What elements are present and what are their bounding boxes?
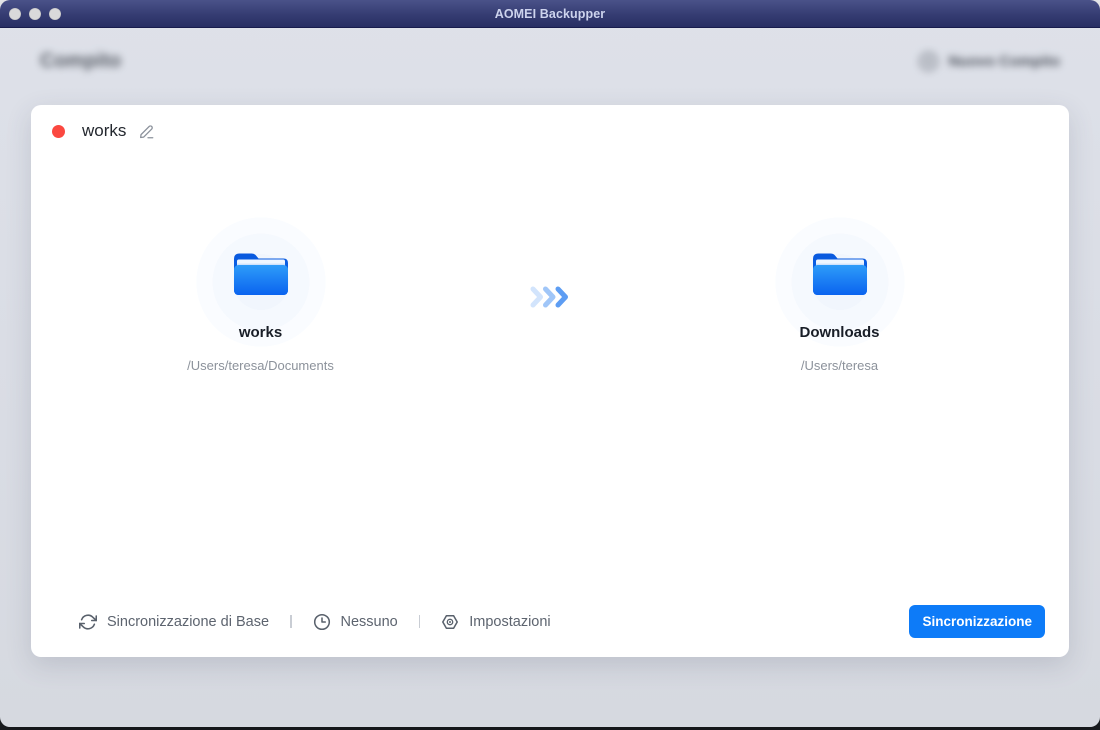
new-task-button[interactable]: Nuovo Compito	[918, 51, 1060, 72]
source-label: works	[238, 324, 283, 341]
triple-chevron-right-icon	[490, 245, 610, 309]
task-title-row: works	[31, 105, 1069, 141]
minimize-button[interactable]	[29, 8, 41, 20]
new-task-label: Nuovo Compito	[948, 52, 1060, 70]
header: Compito Nuovo Compito	[0, 28, 1100, 94]
sync-area: works /Users/teresa/Documents Downloads …	[31, 197, 1069, 373]
settings-button[interactable]: Impostazioni	[441, 613, 551, 631]
schedule-label: Nessuno	[340, 613, 398, 630]
divider	[418, 615, 421, 628]
sync-mode-button[interactable]: Sincronizzazione di Base	[79, 613, 269, 631]
source-path: /Users/teresa/Documents	[187, 358, 334, 373]
app-window: AOMEI Backupper Compito Nuovo Compito wo…	[0, 0, 1100, 727]
blue-folder-icon	[808, 245, 872, 304]
titlebar[interactable]: AOMEI Backupper	[0, 0, 1100, 28]
blue-folder-icon	[229, 245, 293, 304]
task-card: works works /Users/teresa/Documents Down…	[31, 105, 1069, 657]
window-title: AOMEI Backupper	[494, 6, 606, 21]
task-name: works	[82, 121, 127, 140]
destination-endpoint[interactable]: Downloads /Users/teresa	[610, 197, 1069, 373]
refresh-arrows-icon	[79, 613, 97, 631]
traffic-lights	[9, 0, 61, 28]
page-title: Compito	[40, 49, 122, 72]
close-button[interactable]	[9, 8, 21, 20]
divider	[290, 615, 292, 628]
source-endpoint[interactable]: works /Users/teresa/Documents	[31, 197, 490, 373]
clock-icon	[313, 613, 331, 631]
pencil-icon[interactable]	[138, 123, 155, 140]
hex-nut-gear-icon	[441, 613, 459, 631]
destination-path: /Users/teresa	[800, 358, 879, 373]
plus-circle-icon	[918, 51, 939, 72]
settings-label: Impostazioni	[469, 613, 551, 630]
zoom-button[interactable]	[49, 8, 61, 20]
status-dot	[52, 124, 65, 138]
screenshot-stage: AOMEI Backupper Compito Nuovo Compito wo…	[0, 0, 1100, 730]
sync-mode-label: Sincronizzazione di Base	[107, 613, 270, 630]
sync-button[interactable]: Sincronizzazione	[909, 605, 1045, 638]
schedule-button[interactable]: Nessuno	[313, 613, 398, 631]
destination-label: Downloads	[799, 324, 880, 341]
card-footer: Sincronizzazione di Base Nessuno Imposta…	[31, 605, 1069, 638]
